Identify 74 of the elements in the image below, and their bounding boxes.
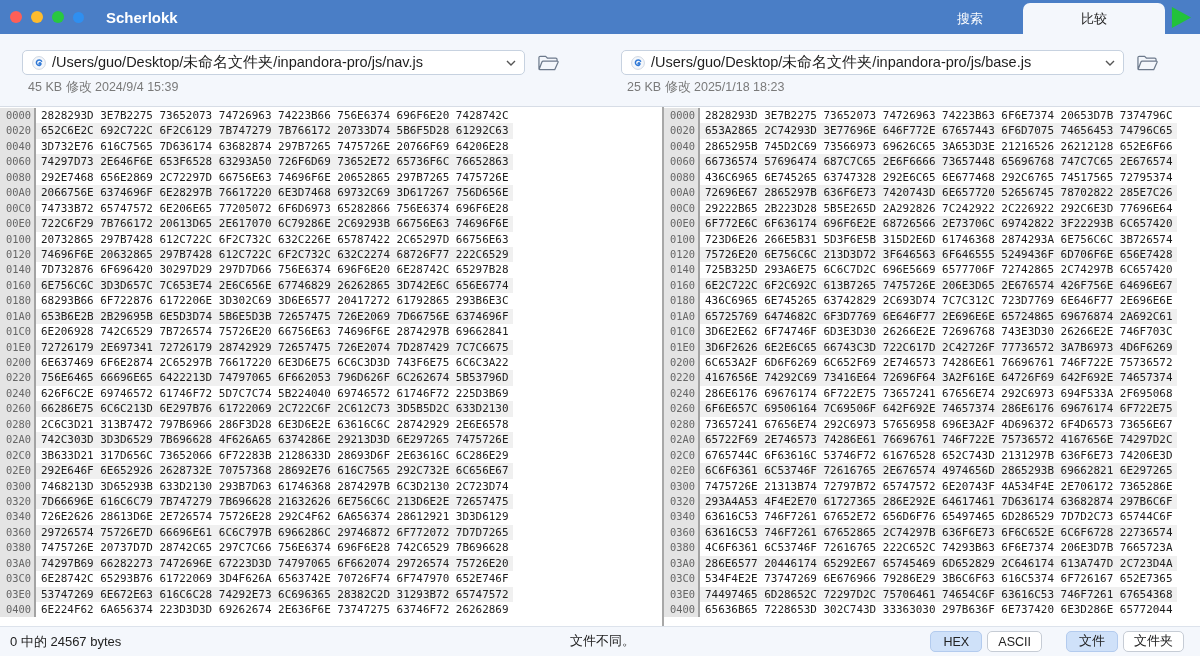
offset-label: 0260 bbox=[0, 401, 36, 417]
chevron-down-icon bbox=[506, 59, 516, 66]
close-button[interactable] bbox=[10, 11, 22, 23]
hex-data-text: 65722F69 2E746573 74286E61 76696761 746F722E 75736572 4167656E 74297D2C bbox=[700, 432, 1177, 448]
file-type-icon bbox=[32, 55, 46, 70]
offset-label: 02E0 bbox=[664, 463, 700, 479]
offset-label: 0000 bbox=[664, 108, 700, 124]
offset-label: 01C0 bbox=[664, 324, 700, 340]
path-dropdown[interactable]: /Users/guo/Desktop/未命名文件夹/inpandora-pro/js/nav.js bbox=[22, 50, 525, 75]
path-dropdown[interactable]: /Users/guo/Desktop/未命名文件夹/inpandora-pro/js/base.js bbox=[621, 50, 1124, 75]
offset-label: 0060 bbox=[0, 154, 36, 170]
offset-label: 00A0 bbox=[0, 185, 36, 201]
tab[interactable]: 搜索 bbox=[917, 3, 1023, 34]
offset-label: 02E0 bbox=[0, 463, 36, 479]
hex-data-text: 2066756E 6374696F 6E28297B 76617220 6E3D7468 69732C69 3D617267 756D656E bbox=[36, 185, 513, 201]
hex-data-text: 66286E75 6C6C213D 6E297B76 61722069 2C722C6F 2C612C73 3D5B5D2C 633D2130 bbox=[36, 401, 513, 417]
offset-label: 0200 bbox=[664, 355, 700, 371]
offset-label: 0400 bbox=[664, 602, 700, 618]
offset-label: 0380 bbox=[0, 540, 36, 556]
hex-data-text: 66736574 57696474 687C7C65 2E6F6666 73657448 65696768 747C7C65 2E676574 bbox=[700, 154, 1177, 170]
folder-icon[interactable] bbox=[538, 54, 559, 71]
offset-label: 03C0 bbox=[0, 571, 36, 587]
folder-icon[interactable] bbox=[1137, 54, 1158, 71]
play-icon[interactable] bbox=[1171, 5, 1192, 29]
hex-data-text: 6F6E657C 69506164 7C69506F 642F692E 74657374 286E6176 69676174 6F722E75 bbox=[700, 401, 1177, 417]
compare-mode-button[interactable]: 文件 bbox=[1066, 631, 1118, 652]
hex-data-text: 722C6F29 7B766172 20613D65 2E617070 6C79286E 2C69293B 66756E63 74696F6E bbox=[36, 216, 513, 232]
offset-label: 0140 bbox=[0, 262, 36, 278]
offset-label: 0200 bbox=[0, 355, 36, 371]
hex-data-text: 74297D73 2E646F6E 653F6528 63293A50 726F6D69 73652E72 65736F6C 76652863 bbox=[36, 154, 513, 170]
offset-label: 0220 bbox=[0, 370, 36, 386]
status-message: 文件不同。 bbox=[569, 633, 635, 650]
file-type-icon bbox=[631, 55, 645, 70]
tab[interactable]: 比较 bbox=[1023, 3, 1165, 34]
offset-label: 0020 bbox=[664, 123, 700, 139]
offset-label: 0180 bbox=[664, 293, 700, 309]
offset-label: 0260 bbox=[664, 401, 700, 417]
hex-data-text: 653A2865 2C74293D 3E77696E 646F772E 67657443 6F6D7075 74656453 74796C65 bbox=[700, 123, 1177, 139]
hex-data-text: 6C6F6361 6C53746F 72616765 2E676574 4974656D 2865293B 69662821 6E297265 bbox=[700, 463, 1177, 479]
window-title: Scherlokk bbox=[106, 8, 178, 26]
offset-label: 0400 bbox=[0, 602, 36, 618]
offset-label: 00A0 bbox=[664, 185, 700, 201]
offset-label: 0020 bbox=[0, 123, 36, 139]
hex-data-text: 6F772E6C 6F636174 696F6E2E 68726566 2E73706C 69742822 3F22293B 6C657420 bbox=[700, 216, 1177, 232]
hex-data-text: 652C6E2C 692C722C 6F2C6129 7B747279 7B766172 20733D74 5B6F5D28 61292C63 bbox=[36, 123, 513, 139]
hex-data-text: 292E646F 6E652926 2628732E 70757368 28692E76 616C7565 292C732E 6C656E67 bbox=[36, 463, 513, 479]
offset-label: 00E0 bbox=[664, 216, 700, 232]
hex-data-text: 4167656E 74292C69 73416E64 72696F64 3A2F616E 64726F69 642F692E 74657374 bbox=[700, 370, 1177, 386]
selection-text: 0 中的 24567 bytes bbox=[10, 634, 122, 649]
offset-label: 01C0 bbox=[0, 324, 36, 340]
offset-label: 02A0 bbox=[664, 432, 700, 448]
minimize-button[interactable] bbox=[31, 11, 43, 23]
hex-data-text: 742C303D 3D3D6529 7B696628 4F626A65 6374286E 29213D3D 6E297265 7475726E bbox=[36, 432, 513, 448]
offset-label: 0340 bbox=[664, 509, 700, 525]
view-mode-button[interactable]: HEX bbox=[930, 631, 983, 652]
dot-icon bbox=[73, 11, 84, 23]
file-info-text: 25 KB 修改 2025/1/18 18:23 bbox=[627, 79, 786, 96]
offset-label: 0340 bbox=[0, 509, 36, 525]
view-mode-button[interactable]: ASCII bbox=[987, 631, 1042, 652]
offset-label: 0180 bbox=[0, 293, 36, 309]
offset-label: 0060 bbox=[664, 154, 700, 170]
offset-label: 02A0 bbox=[0, 432, 36, 448]
hex-data-text: 72696E67 2865297B 636F6E73 7420743D 6E657720 52656745 78702822 285E7C26 bbox=[700, 185, 1177, 201]
offset-label: 00E0 bbox=[0, 216, 36, 232]
chevron-down-icon bbox=[1105, 59, 1115, 66]
zoom-button[interactable] bbox=[52, 11, 64, 23]
compare-mode-button[interactable]: 文件夹 bbox=[1123, 631, 1184, 652]
hex-data-text: 756E6465 66696E65 6422213D 74797065 6F662053 796D626F 6C262674 5B53796D bbox=[36, 370, 513, 386]
offset-label: 0000 bbox=[0, 108, 36, 124]
offset-label: 0140 bbox=[664, 262, 700, 278]
offset-label: 0380 bbox=[664, 540, 700, 556]
file-info-text: 45 KB 修改 2024/9/4 15:39 bbox=[28, 79, 180, 96]
offset-label: 03C0 bbox=[664, 571, 700, 587]
offset-label: 0220 bbox=[664, 370, 700, 386]
